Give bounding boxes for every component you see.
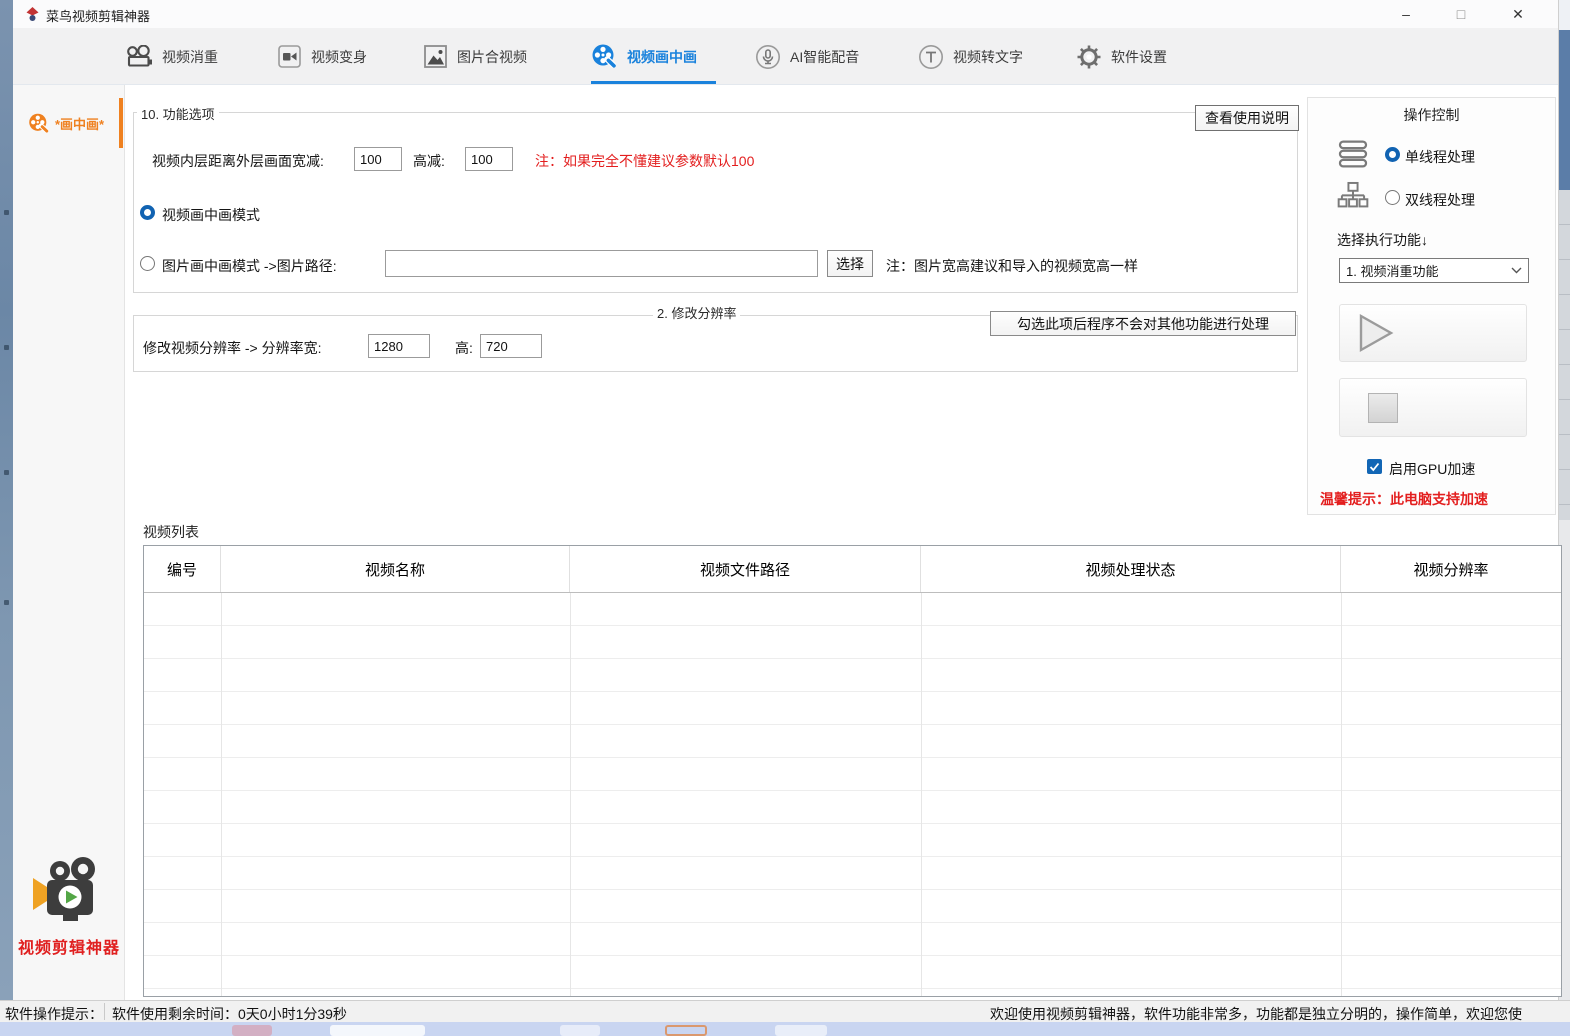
play-icon (1358, 313, 1394, 353)
video-pip-mode-label: 视频画中画模式 (162, 205, 260, 225)
column-divider (570, 593, 571, 996)
tab-label: 软件设置 (1111, 47, 1167, 67)
tab-video-transform[interactable]: 视频变身 (277, 28, 367, 85)
film-reel-icon (591, 44, 618, 69)
view-help-button[interactable]: 查看使用说明 (1195, 105, 1299, 131)
video-list-header: 编号 视频名称 视频文件路径 视频处理状态 视频分辨率 (144, 546, 1561, 593)
stop-icon (1368, 393, 1398, 423)
remaining-time-text: 软件使用剩余时间：0天0小时1分39秒 (112, 1004, 347, 1024)
single-thread-label: 单线程处理 (1405, 147, 1475, 167)
function-options-title: 10. 功能选项 (137, 104, 219, 123)
tab-settings[interactable]: 软件设置 (1076, 28, 1167, 85)
inner-height-input[interactable] (465, 147, 513, 171)
maximize-button[interactable]: □ (1439, 0, 1483, 28)
column-divider (921, 593, 922, 996)
video-camera-logo-icon (32, 857, 106, 923)
column-header-path[interactable]: 视频文件路径 (570, 546, 921, 592)
gpu-accel-checkbox[interactable] (1367, 459, 1382, 474)
tab-label: 视频转文字 (953, 47, 1023, 67)
sidebar-item-label: *画中画* (55, 114, 104, 133)
dual-thread-radio[interactable] (1385, 190, 1400, 205)
column-header-status[interactable]: 视频处理状态 (921, 546, 1341, 592)
sidebar-active-indicator (119, 98, 123, 148)
image-size-note: 注：图片宽高建议和导入的视频宽高一样 (886, 256, 1138, 276)
tab-video-to-text[interactable]: 视频转文字 (918, 28, 1023, 85)
inner-width-input[interactable] (354, 147, 402, 171)
film-reel-icon (28, 113, 50, 134)
picture-icon (423, 44, 448, 69)
column-divider (1341, 593, 1342, 996)
active-tab-underline (591, 81, 716, 84)
resolution-height-label: 高: (455, 338, 473, 358)
column-header-resolution[interactable]: 视频分辨率 (1341, 546, 1561, 592)
movie-camera-icon (125, 45, 153, 68)
window-title: 菜鸟视频剪辑神器 (46, 6, 150, 25)
gpu-support-note: 温馨提示：此电脑支持加速 (1320, 489, 1488, 509)
choose-image-button[interactable]: 选择 (827, 250, 873, 277)
start-button[interactable] (1339, 304, 1527, 362)
exclusive-process-note-button[interactable]: 勾选此项后程序不会对其他功能进行处理 (990, 311, 1296, 336)
tab-video-dedup[interactable]: 视频消重 (125, 28, 218, 85)
tab-label: 图片合视频 (457, 47, 527, 67)
dual-thread-icon (1337, 181, 1369, 211)
tab-label: AI智能配音 (790, 47, 859, 67)
video-pip-mode-radio[interactable] (140, 205, 155, 220)
inner-height-label: 高减: (413, 151, 445, 171)
tab-label: 视频画中画 (627, 47, 697, 67)
taskbar-sliver (0, 1022, 1570, 1036)
video-list-label: 视频列表 (143, 522, 199, 542)
gear-icon (1076, 44, 1102, 70)
nav-bar: 视频消重 视频变身 图片合视频 视频画中画 (13, 28, 1558, 85)
app-logo-icon (25, 6, 40, 22)
resolution-height-input[interactable] (480, 334, 542, 358)
welcome-text: 欢迎使用视频剪辑神器，软件功能非常多，功能都是独立分明的，操作简单，欢迎您使 (990, 1004, 1522, 1024)
close-button[interactable]: ✕ (1496, 0, 1540, 28)
single-thread-icon (1337, 139, 1369, 169)
tab-ai-dubbing[interactable]: AI智能配音 (755, 28, 859, 85)
sidebar-logo: 视频剪辑神器 (13, 857, 125, 958)
column-divider (221, 593, 222, 996)
status-divider (104, 1003, 105, 1020)
app-window: 菜鸟视频剪辑神器 – □ ✕ 视频消重 视频变身 (0, 0, 1570, 1036)
image-pip-mode-radio[interactable] (140, 256, 155, 271)
stop-button[interactable] (1339, 378, 1527, 437)
sidebar-item-pip[interactable]: *画中画* (13, 98, 125, 148)
gpu-accel-label: 启用GPU加速 (1389, 459, 1475, 479)
status-bar: 软件操作提示： 软件使用剩余时间：0天0小时1分39秒 欢迎使用视频剪辑神器，软… (0, 1000, 1570, 1022)
video-list-table: 编号 视频名称 视频文件路径 视频处理状态 视频分辨率 (143, 545, 1562, 997)
resolution-group-title: 2. 修改分辨率 (653, 303, 740, 322)
resolution-width-input[interactable] (368, 334, 430, 358)
tab-video-pip[interactable]: 视频画中画 (591, 28, 697, 85)
tab-image-to-video[interactable]: 图片合视频 (423, 28, 527, 85)
inner-width-label: 视频内层距离外层画面宽减: (152, 151, 324, 171)
column-header-name[interactable]: 视频名称 (221, 546, 570, 592)
minimize-button[interactable]: – (1384, 0, 1428, 28)
video-list-body (144, 593, 1561, 996)
status-hint-label: 软件操作提示： (5, 1004, 103, 1024)
tab-label: 视频变身 (311, 47, 367, 67)
video-camera-icon (277, 44, 302, 69)
chevron-down-icon (1511, 267, 1522, 274)
titlebar: 菜鸟视频剪辑神器 – □ ✕ (13, 0, 1558, 28)
column-header-index[interactable]: 编号 (144, 546, 221, 592)
function-dropdown-value: 1. 视频消重功能 (1346, 261, 1438, 280)
resolution-label: 修改视频分辨率 -> 分辨率宽: (143, 338, 322, 358)
function-dropdown[interactable]: 1. 视频消重功能 (1339, 258, 1529, 283)
image-path-input[interactable] (385, 250, 818, 277)
tab-label: 视频消重 (162, 47, 218, 67)
sidebar-logo-caption: 视频剪辑神器 (13, 934, 125, 958)
image-pip-mode-label: 图片画中画模式 ->图片路径: (162, 256, 337, 276)
sidebar: *画中画* 视频剪辑神器 (13, 85, 125, 1000)
single-thread-radio[interactable] (1385, 147, 1400, 162)
desktop-edge-strip (0, 0, 13, 1036)
default-param-note: 注：如果完全不懂建议参数默认100 (535, 151, 754, 171)
operation-control-title: 操作控制 (1308, 105, 1555, 125)
select-function-label: 选择执行功能↓ (1337, 230, 1428, 250)
dual-thread-label: 双线程处理 (1405, 190, 1475, 210)
letter-t-icon (918, 44, 944, 70)
microphone-icon (755, 44, 781, 70)
